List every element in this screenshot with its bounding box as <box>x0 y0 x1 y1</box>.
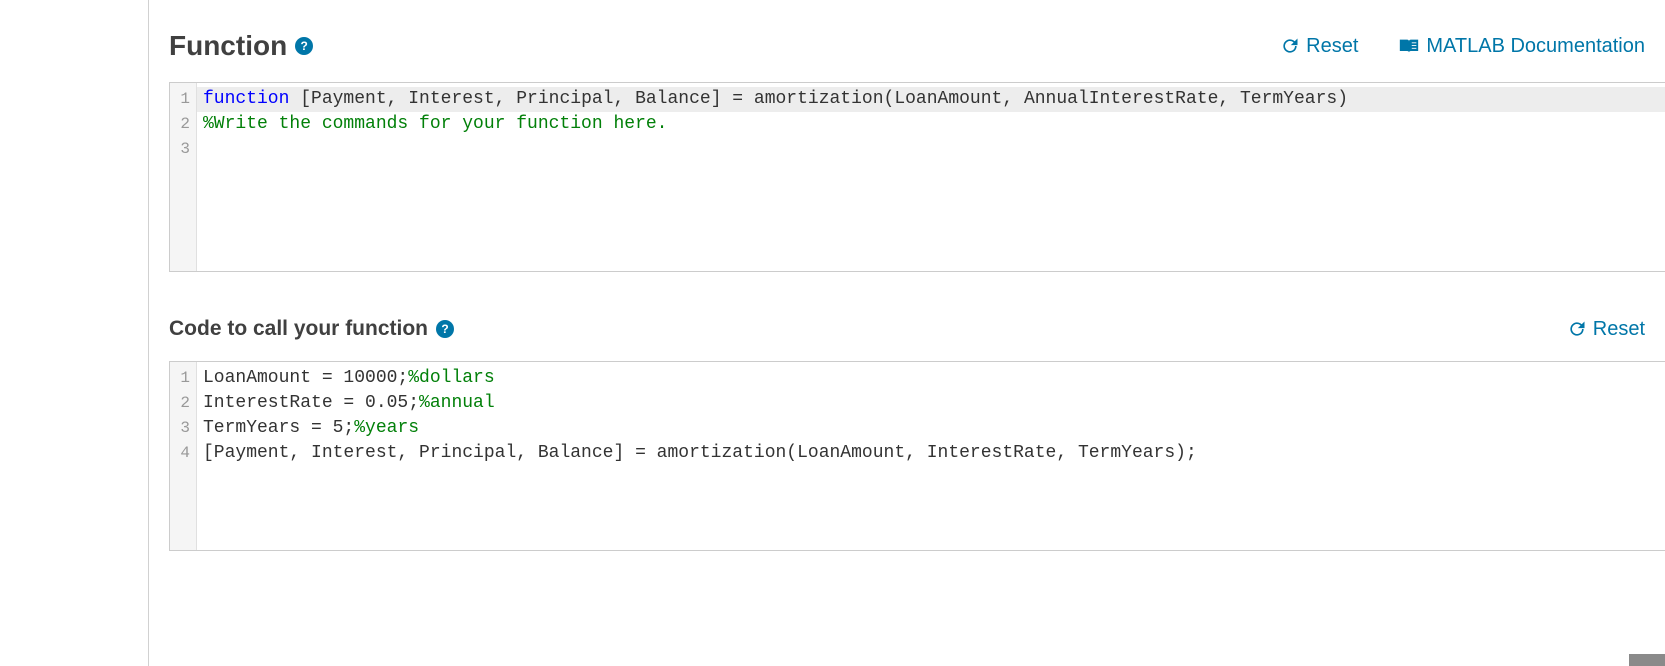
matlab-docs-link[interactable]: MATLAB Documentation <box>1398 35 1645 58</box>
comment-token: %Write the commands for your function he… <box>203 114 667 134</box>
code-text: InterestRate = 0.05; <box>203 393 419 413</box>
caller-gutter: 1 2 3 4 <box>170 362 197 550</box>
reset-label: Reset <box>1593 318 1645 341</box>
code-line: function [Payment, Interest, Principal, … <box>197 87 1665 112</box>
function-title-group: Function ? <box>169 30 313 62</box>
caller-section-header: Code to call your function ? Reset <box>169 317 1665 341</box>
code-line: InterestRate = 0.05;%annual <box>203 391 1659 416</box>
reset-button[interactable]: Reset <box>1280 35 1358 58</box>
reset-button[interactable]: Reset <box>1567 318 1645 341</box>
help-icon[interactable]: ? <box>295 37 313 55</box>
comment-token: %dollars <box>408 368 494 388</box>
docs-label: MATLAB Documentation <box>1426 35 1645 58</box>
function-header-actions: Reset MATLAB Documentation <box>1280 35 1645 58</box>
code-text: TermYears = 5; <box>203 418 354 438</box>
code-line: %Write the commands for your function he… <box>203 112 1659 137</box>
reset-icon <box>1567 319 1587 339</box>
code-text: [Payment, Interest, Principal, Balance] … <box>203 443 1197 463</box>
line-number: 2 <box>170 112 196 137</box>
help-icon[interactable]: ? <box>436 320 454 338</box>
reset-icon <box>1280 36 1300 56</box>
main-content: Function ? Reset MATLAB Documentation 1 … <box>149 0 1665 666</box>
line-number: 3 <box>170 137 196 162</box>
function-code-editor[interactable]: 1 2 3 function [Payment, Interest, Princ… <box>169 82 1665 272</box>
page-container: Function ? Reset MATLAB Documentation 1 … <box>0 0 1665 666</box>
code-line: TermYears = 5;%years <box>203 416 1659 441</box>
code-line: LoanAmount = 10000;%dollars <box>203 366 1659 391</box>
function-title: Function <box>169 30 287 62</box>
function-section-header: Function ? Reset MATLAB Documentation <box>169 30 1665 62</box>
left-sidebar <box>0 0 149 666</box>
book-icon <box>1398 37 1420 55</box>
bottom-corner-element <box>1629 654 1665 666</box>
reset-label: Reset <box>1306 35 1358 58</box>
caller-title-group: Code to call your function ? <box>169 317 454 341</box>
caller-code-editor[interactable]: 1 2 3 4 LoanAmount = 10000;%dollarsInter… <box>169 361 1665 551</box>
line-number: 2 <box>170 391 196 416</box>
keyword-token: function <box>203 89 289 109</box>
line-number: 1 <box>170 366 196 391</box>
line-number: 3 <box>170 416 196 441</box>
caller-title: Code to call your function <box>169 317 428 341</box>
line-number: 4 <box>170 441 196 466</box>
function-code-area[interactable]: function [Payment, Interest, Principal, … <box>197 83 1665 271</box>
code-text: LoanAmount = 10000; <box>203 368 408 388</box>
comment-token: %years <box>354 418 419 438</box>
code-line: [Payment, Interest, Principal, Balance] … <box>203 441 1659 466</box>
comment-token: %annual <box>419 393 495 413</box>
function-gutter: 1 2 3 <box>170 83 197 271</box>
code-text: [Payment, Interest, Principal, Balance] … <box>289 89 1348 109</box>
caller-header-actions: Reset <box>1567 318 1645 341</box>
line-number: 1 <box>170 87 196 112</box>
caller-code-area[interactable]: LoanAmount = 10000;%dollarsInterestRate … <box>197 362 1665 550</box>
